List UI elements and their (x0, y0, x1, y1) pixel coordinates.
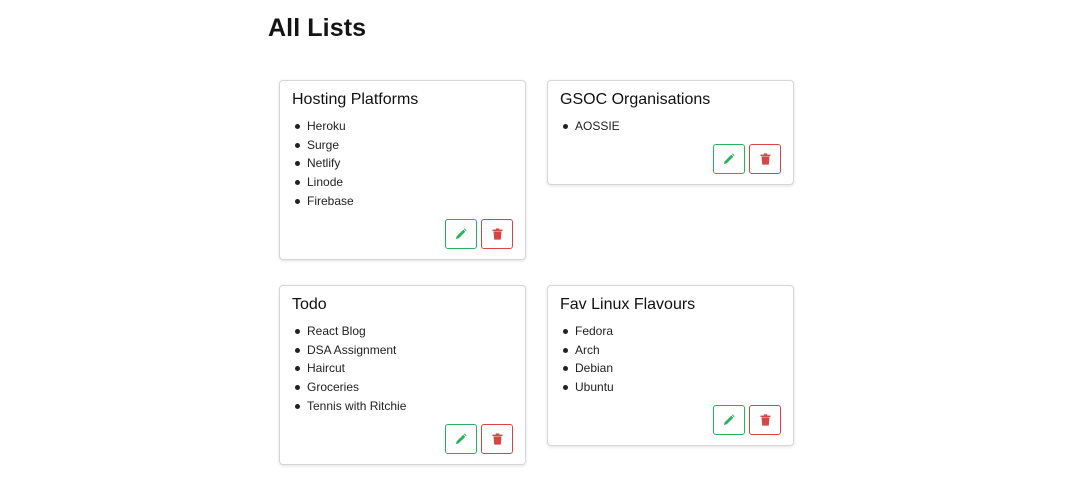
card-actions (292, 218, 513, 249)
list-items: AOSSIE (560, 117, 781, 136)
trash-icon (760, 414, 770, 426)
page-title: All Lists (268, 14, 367, 42)
card-title: Hosting Platforms (292, 91, 419, 108)
pencil-icon (456, 227, 467, 239)
list-item: Debian (563, 359, 781, 378)
list-card-fav-linux-flavours: Fav Linux Flavours Fedora Arch Debian Ub… (547, 285, 794, 446)
card-title: Todo (292, 296, 327, 313)
list-item: Surge (295, 136, 513, 155)
list-item: Groceries (295, 378, 513, 397)
delete-button[interactable] (481, 218, 513, 249)
list-items: React Blog DSA Assignment Haircut Grocer… (292, 322, 513, 416)
list-item: Ubuntu (563, 378, 781, 397)
list-item: Tennis with Ritchie (295, 397, 513, 416)
pencil-icon (456, 432, 467, 444)
delete-button[interactable] (749, 404, 781, 435)
card-title: Fav Linux Flavours (560, 296, 696, 313)
card-actions (292, 423, 513, 454)
card-actions (560, 143, 781, 174)
list-item: React Blog (295, 322, 513, 341)
trash-icon (492, 227, 502, 240)
list-item: Netlify (295, 154, 513, 173)
pencil-icon (724, 414, 735, 425)
list-item: Haircut (295, 359, 513, 378)
edit-button[interactable] (445, 423, 477, 454)
list-item: Heroku (295, 117, 513, 136)
list-item: Firebase (295, 192, 513, 211)
page: All Lists Hosting Platforms Heroku Surge… (0, 0, 1069, 496)
edit-button[interactable] (445, 218, 477, 249)
card-actions (560, 404, 781, 435)
list-card-gsoc-organisations: GSOC Organisations AOSSIE (547, 80, 794, 185)
list-item: Fedora (563, 322, 781, 341)
delete-button[interactable] (749, 143, 781, 174)
edit-button[interactable] (713, 404, 745, 435)
list-items: Fedora Arch Debian Ubuntu (560, 322, 781, 397)
list-card-hosting-platforms: Hosting Platforms Heroku Surge Netlify L… (279, 80, 526, 260)
delete-button[interactable] (481, 423, 513, 454)
list-item: DSA Assignment (295, 341, 513, 360)
card-title: GSOC Organisations (560, 91, 711, 108)
list-card-todo: Todo React Blog DSA Assignment Haircut G… (279, 285, 526, 465)
list-item: Arch (563, 341, 781, 360)
list-item: AOSSIE (563, 117, 781, 136)
edit-button[interactable] (713, 143, 745, 174)
list-item: Linode (295, 173, 513, 192)
trash-icon (492, 432, 502, 445)
list-items: Heroku Surge Netlify Linode Firebase (292, 117, 513, 211)
trash-icon (760, 153, 770, 165)
pencil-icon (724, 153, 735, 164)
